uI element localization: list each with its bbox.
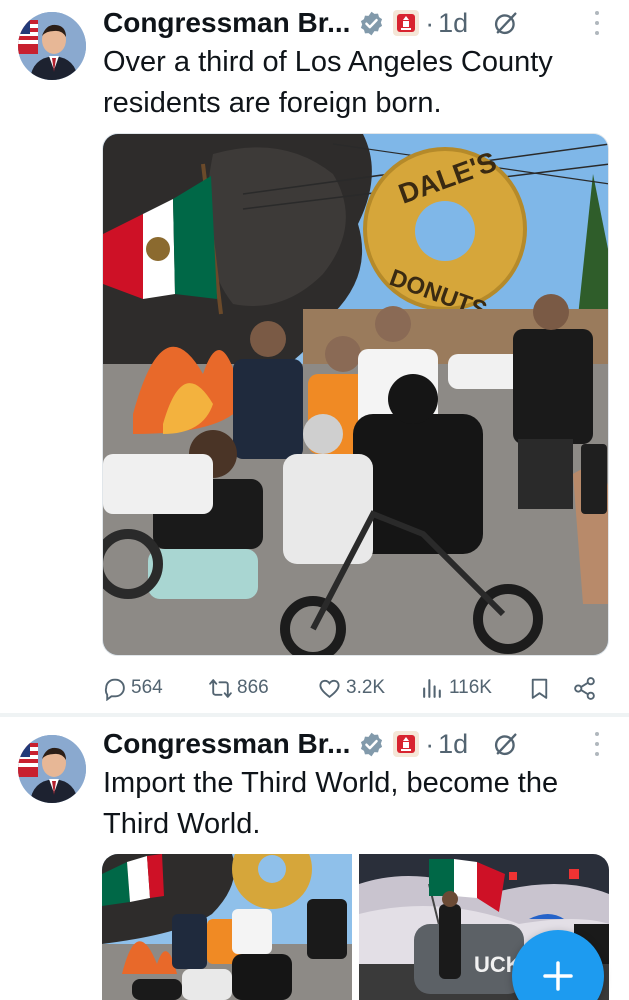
share-button[interactable] (572, 670, 597, 706)
tweet-photo[interactable]: DALE'S DONUTS (102, 133, 609, 656)
avatar[interactable] (18, 12, 86, 80)
author-name[interactable]: Congressman Br... (103, 7, 350, 39)
reply-icon (104, 678, 125, 701)
tweet-actions: 564 866 3.2K 116K (102, 670, 609, 706)
more-options-icon[interactable] (593, 732, 601, 756)
repost-icon (209, 678, 232, 698)
like-button[interactable]: 3.2K (317, 670, 385, 706)
repost-button[interactable]: 866 (208, 670, 269, 706)
tweet-text: Over a third of Los Angeles County resid… (103, 46, 553, 119)
government-badge-icon[interactable] (393, 10, 420, 36)
verified-badge-icon (361, 732, 383, 756)
tweet[interactable]: Congressman Br... · 1d Over a third of L… (0, 0, 629, 712)
reply-count: 564 (131, 677, 163, 698)
heart-icon (319, 679, 340, 698)
more-options-icon[interactable] (593, 11, 601, 35)
separator-dot: · (425, 728, 435, 759)
plus-icon (543, 961, 573, 991)
separator-dot: · (425, 7, 435, 38)
like-count: 3.2K (346, 677, 386, 698)
views-count: 116K (449, 677, 492, 698)
avatar[interactable] (18, 735, 86, 803)
grok-icon[interactable] (492, 9, 520, 37)
bookmark-button[interactable] (527, 670, 552, 706)
timestamp[interactable]: 1d (438, 729, 468, 760)
reply-button[interactable]: 564 (102, 670, 163, 706)
views-icon (423, 678, 441, 698)
repost-count: 866 (237, 677, 269, 698)
tweet-header: Congressman Br... · 1d (103, 3, 609, 43)
bookmark-icon (531, 678, 548, 699)
verified-badge-icon (361, 11, 383, 35)
tweet-header: Congressman Br... · 1d (103, 724, 609, 764)
grok-icon[interactable] (492, 730, 520, 758)
tweet-photo[interactable] (102, 854, 352, 1000)
share-icon (574, 676, 595, 700)
views-button[interactable]: 116K (420, 670, 492, 706)
timestamp[interactable]: 1d (438, 8, 468, 39)
tweet-text: Import the Third World, become the Third… (103, 767, 559, 840)
tweet-divider (0, 713, 629, 717)
author-name[interactable]: Congressman Br... (103, 728, 350, 760)
government-badge-icon[interactable] (393, 731, 420, 757)
